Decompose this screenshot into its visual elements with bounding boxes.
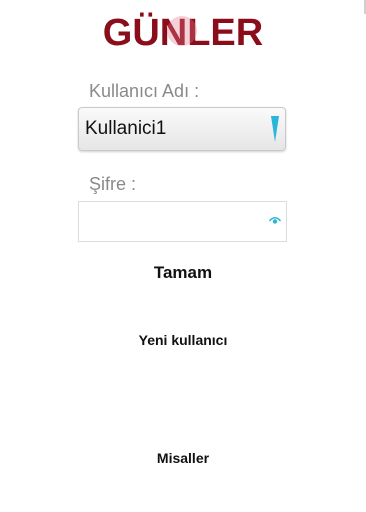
password-input[interactable] (83, 206, 267, 239)
app-title-text: GÜNLER (102, 12, 264, 54)
title-wrap: GÜNLER (103, 12, 263, 55)
username-spinner[interactable]: Kullanici1 (78, 107, 286, 151)
username-selected-value: Kullanici1 (85, 118, 167, 139)
examples-button[interactable]: Misaller (0, 450, 366, 466)
password-label: Şifre : (89, 174, 137, 194)
dropdown-arrow-icon (271, 116, 279, 142)
username-label: Kullanıcı Adı : (89, 81, 200, 101)
ok-button[interactable]: Tamam (0, 263, 366, 283)
app-title: GÜNLER (0, 12, 366, 55)
password-field[interactable] (78, 201, 287, 242)
eye-icon[interactable] (269, 214, 281, 226)
new-user-button[interactable]: Yeni kullanıcı (0, 332, 366, 348)
